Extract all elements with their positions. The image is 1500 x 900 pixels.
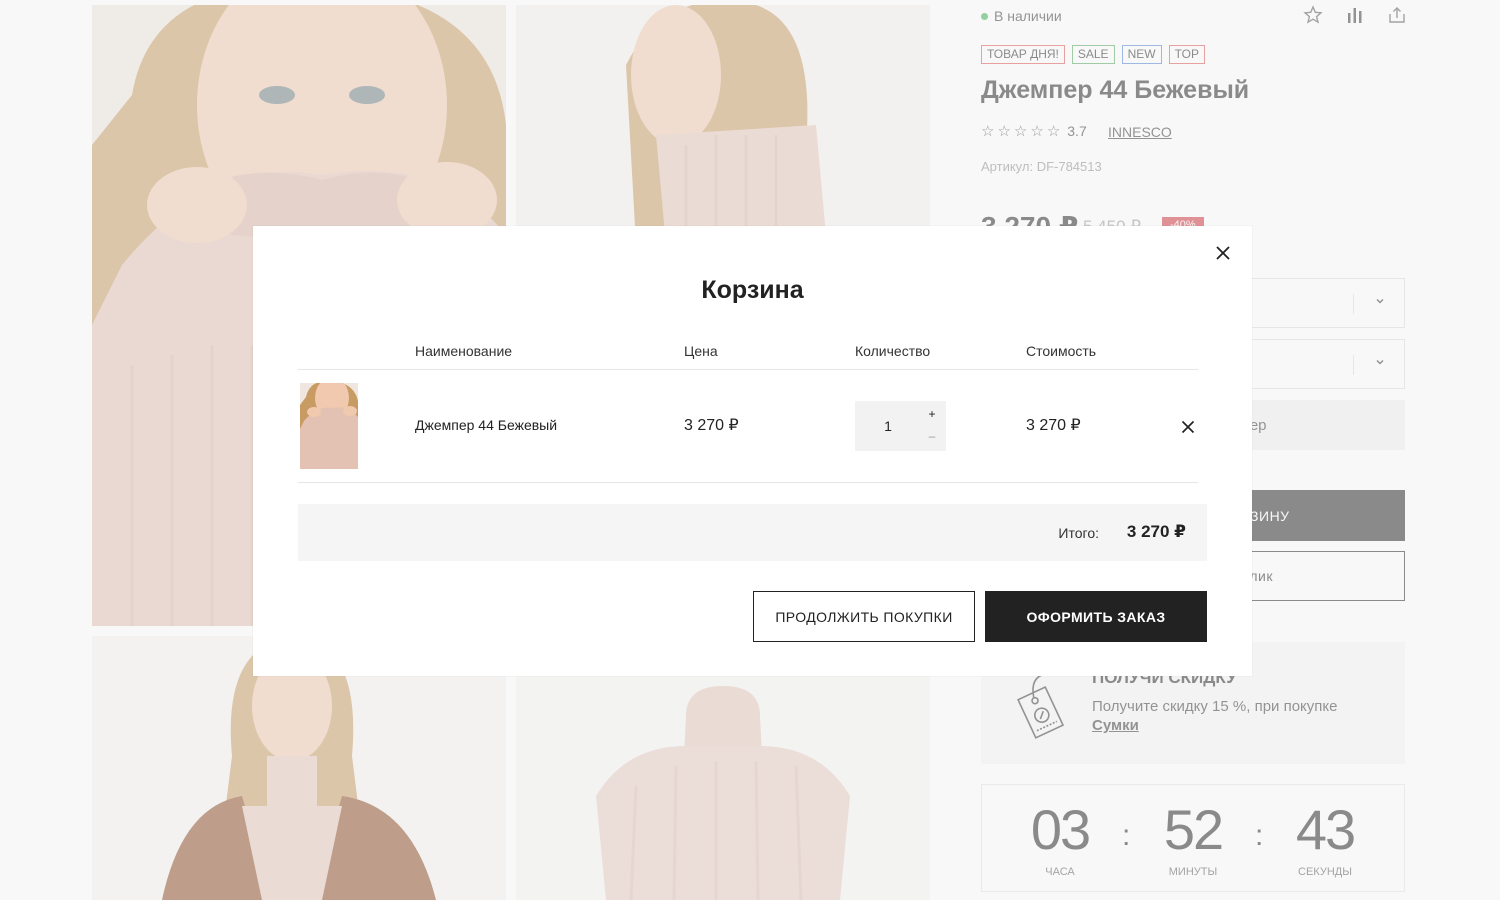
cart-item-thumbnail[interactable] (300, 383, 358, 469)
quantity-input[interactable] (855, 401, 921, 451)
continue-shopping-button[interactable]: ПРОДОЛЖИТЬ ПОКУПКИ (753, 591, 975, 642)
cart-item-name[interactable]: Джемпер 44 Бежевый (415, 417, 557, 433)
checkout-button[interactable]: ОФОРМИТЬ ЗАКАЗ (985, 591, 1207, 642)
cart-item-price: 3 270 ₽ (684, 417, 739, 434)
cart-item-row: Джемпер 44 Бежевый 3 270 ₽ + – 3 270 ₽ (298, 370, 1198, 483)
cart-table-header: Наименование Цена Количество Стоимость (298, 334, 1198, 370)
summary-value: 3 270 ₽ (1126, 522, 1186, 541)
cart-modal: Корзина Наименование Цена Количество Сто… (253, 226, 1252, 676)
quantity-decrease-button[interactable]: – (925, 429, 939, 443)
close-icon[interactable] (1212, 242, 1234, 264)
column-quantity: Количество (855, 343, 931, 359)
cart-title: Корзина (701, 276, 804, 304)
remove-item-icon[interactable] (1177, 416, 1199, 438)
quantity-increase-button[interactable]: + (925, 407, 939, 421)
product-page: В наличии ТОВАР ДНЯ! SALE NEW TOP Джемпе… (0, 0, 1500, 900)
column-name: Наименование (415, 343, 513, 359)
cart-item-total: 3 270 ₽ (1026, 417, 1081, 434)
column-price: Цена (684, 343, 718, 359)
cart-summary: Итого: 3 270 ₽ (298, 504, 1207, 561)
summary-label: Итого: (1058, 525, 1099, 541)
quantity-stepper: + – (855, 401, 946, 451)
column-total: Стоимость (1026, 343, 1097, 359)
